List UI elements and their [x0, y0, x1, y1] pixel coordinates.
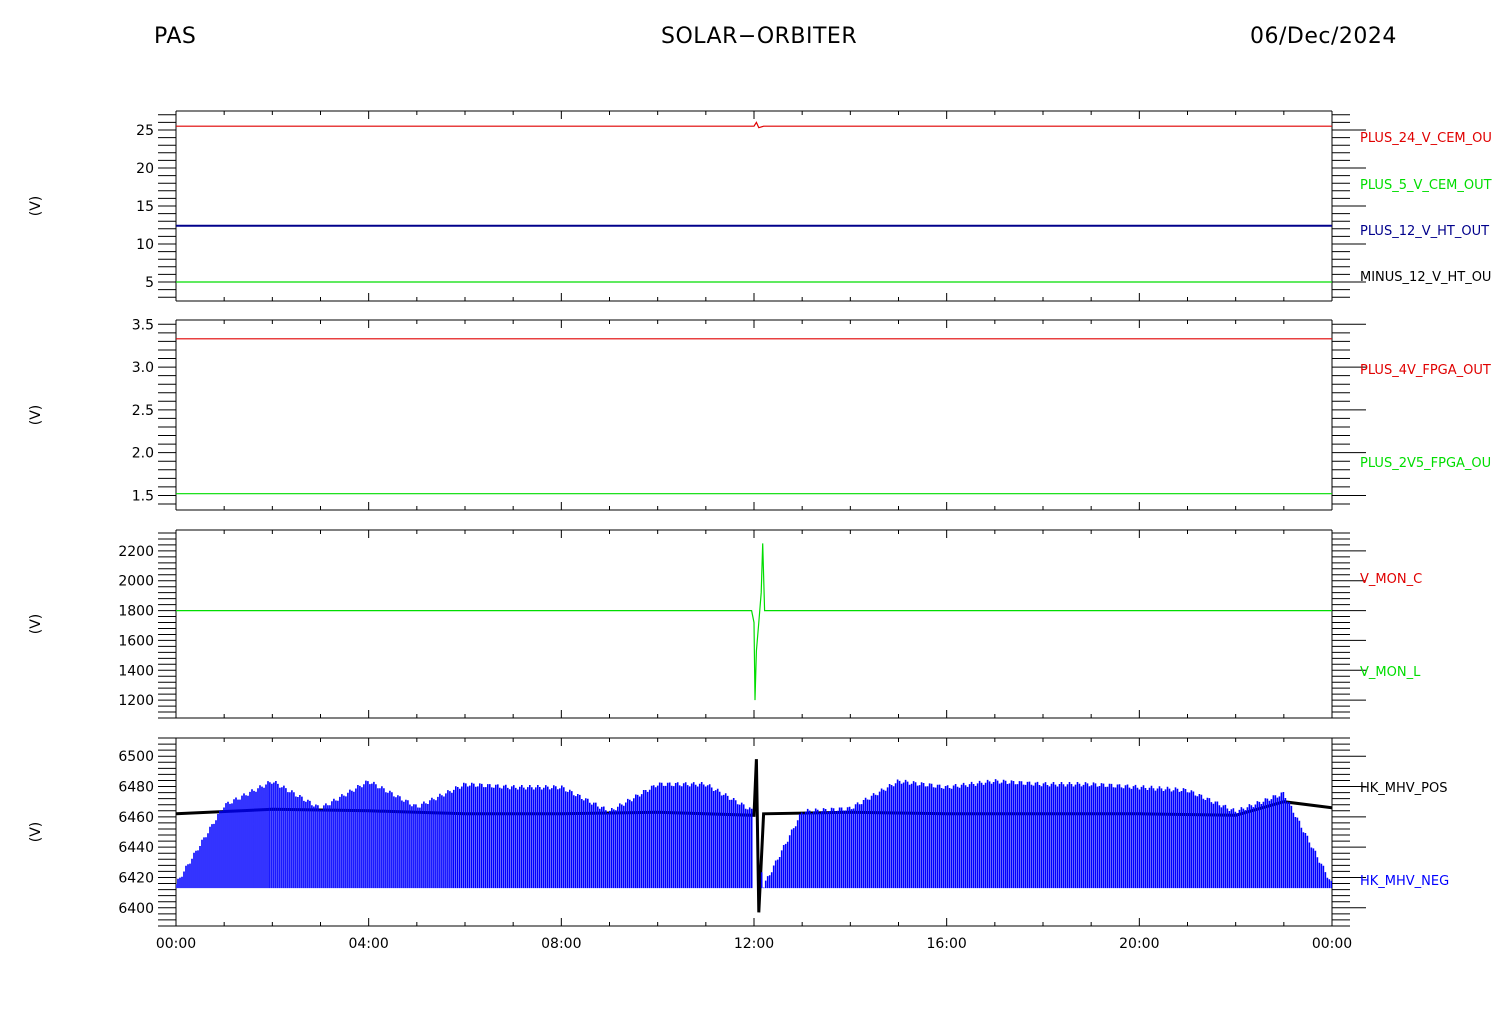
series-legend-label: V_MON_L: [1360, 665, 1421, 680]
series-legend-label: PLUS_24_V_CEM_OU: [1360, 131, 1492, 146]
y-tick-label: 1600: [118, 633, 154, 649]
y-tick-label: 6420: [118, 870, 154, 886]
x-tick-label: 16:00: [926, 936, 966, 952]
y-tick-label: 6440: [118, 840, 154, 856]
y-tick-label: 1200: [118, 693, 154, 709]
y-tick-label: 6460: [118, 810, 154, 826]
y-tick-label: 20: [136, 161, 154, 177]
series-group: [176, 121, 1332, 283]
y-tick-label: 6500: [118, 749, 154, 765]
x-tick-label: 12:00: [734, 936, 774, 952]
y-axis-label: (V): [28, 614, 44, 635]
x-tick-label: 00:00: [156, 936, 196, 952]
series-legend-label: V_MON_C: [1360, 572, 1422, 587]
series-legend-label: HK_MHV_NEG: [1360, 874, 1449, 889]
y-tick-label: 1.5: [132, 488, 154, 504]
panel-2: 1.5 2.0 2.5 3.0 3.5 (V) PLUS_4V_FPGA_OUT PLUS_2…: [28, 317, 1491, 511]
y-tick-label: 3.0: [132, 360, 154, 376]
y-tick-label: 1400: [118, 663, 154, 679]
series-legend-label: PLUS_12_V_HT_OUT: [1360, 224, 1489, 239]
y-tick-label: 6400: [118, 901, 154, 917]
series-line-v_mon_l: [176, 543, 1332, 701]
panel-3: 1200 1400 1600 1800 2000 2200 (V) V_MON_C V_MON_…: [28, 529, 1422, 719]
y-tick-label: 2.5: [132, 403, 154, 419]
series-legend-label: PLUS_4V_FPGA_OUT: [1360, 363, 1491, 378]
panel-1: 5 10 15 20 25 (V) PLUS_24_V_CEM_OU PLUS_5_V_CEM…: [28, 110, 1492, 302]
x-tick-label: 00:00: [1312, 936, 1352, 952]
y-tick-label: 1800: [118, 604, 154, 620]
x-tick-label: 04:00: [348, 936, 388, 952]
y-axis-label: (V): [28, 822, 44, 843]
series-legend-label: HK_MHV_POS: [1360, 781, 1448, 796]
y-axis-label: (V): [28, 405, 44, 426]
series-legend-label: MINUS_12_V_HT_OU: [1360, 270, 1491, 285]
y-tick-label: 25: [136, 123, 154, 139]
series-line-plus_24_v_cem_ou: [176, 121, 1332, 129]
y-tick-label: 6480: [118, 780, 154, 796]
y-tick-label: 2.0: [132, 446, 154, 462]
y-tick-label: 5: [145, 275, 154, 291]
x-tick-label: 20:00: [1119, 936, 1159, 952]
series-group: [176, 543, 1332, 701]
y-tick-label: 10: [136, 237, 154, 253]
panel-4: 6400 6420 6440 6460 6480 6500 (V) HK_MHV_POS HK_…: [28, 737, 1449, 927]
y-tick-label: 3.5: [132, 317, 154, 333]
housekeeping-voltage-plots: 5 10 15 20 25 (V) PLUS_24_V_CEM_OU PLUS_5_V_CEM…: [28, 110, 1492, 952]
series-group: [176, 759, 1332, 913]
series-group: [176, 338, 1332, 495]
y-axis-label: (V): [28, 196, 44, 217]
y-tick-label: 2200: [118, 544, 154, 560]
y-tick-label: 15: [136, 199, 154, 215]
series-legend-label: PLUS_5_V_CEM_OUT: [1360, 178, 1492, 193]
y-tick-label: 2000: [118, 574, 154, 590]
series-legend-label: PLUS_2V5_FPGA_OU: [1360, 456, 1491, 471]
x-tick-label: 08:00: [541, 936, 581, 952]
